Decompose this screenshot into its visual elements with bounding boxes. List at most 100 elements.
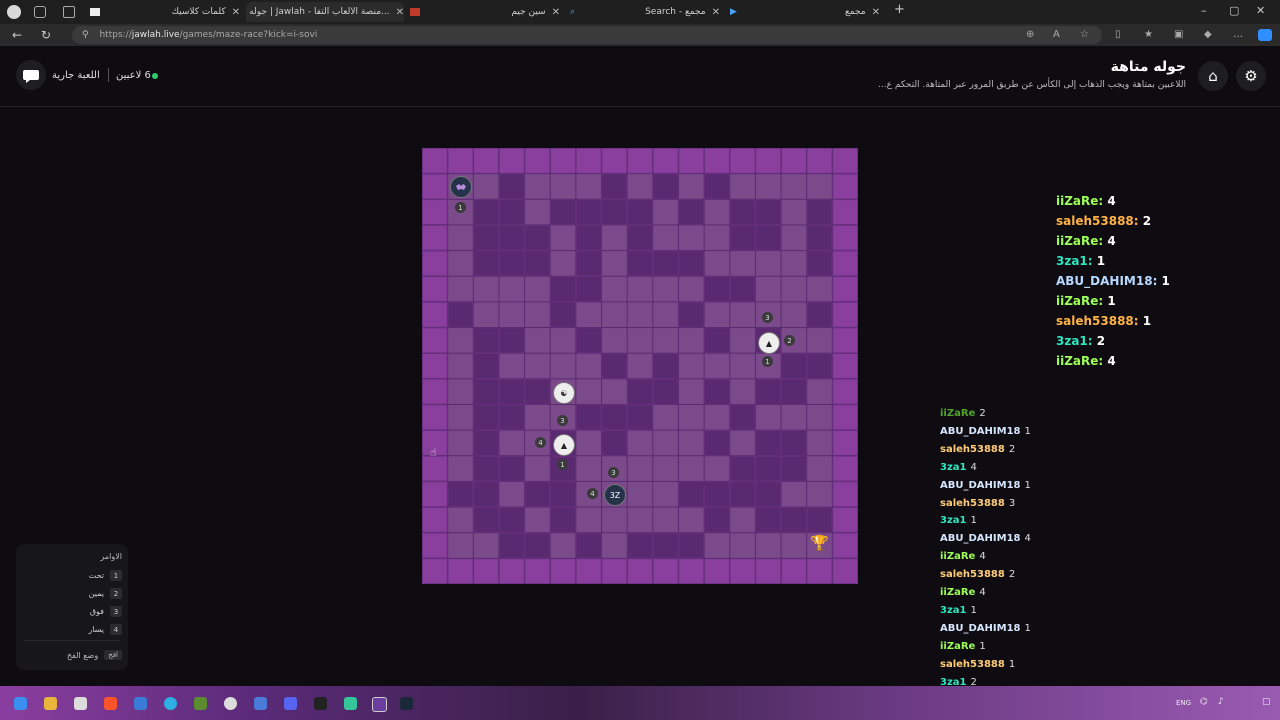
move-log-row: iiZaRe4 <box>940 587 986 598</box>
address-bar[interactable]: ⚲ https://jawlah.live/games/maze-race?ki… <box>72 26 1102 44</box>
workspaces-icon[interactable] <box>34 6 46 18</box>
read-aloud-icon[interactable]: A <box>1053 29 1060 40</box>
volume-icon[interactable]: ♪ <box>1218 697 1224 707</box>
close-tab-icon[interactable]: ✕ <box>396 7 404 18</box>
maze-wall-cell <box>524 148 551 174</box>
maze-wall-cell <box>832 327 858 353</box>
maze-wall-cell <box>704 430 730 456</box>
more-options-icon[interactable]: … <box>1233 29 1243 40</box>
maximize-button[interactable]: ▢ <box>1229 4 1239 17</box>
back-arrow-icon[interactable]: ← <box>12 28 22 42</box>
file-explorer-icon[interactable] <box>44 697 57 710</box>
maze-wall-cell <box>832 404 858 430</box>
maze-wall-cell <box>601 404 627 430</box>
maze-wall-cell <box>704 507 730 533</box>
maze-wall-cell <box>755 507 781 533</box>
maze-wall-cell <box>832 379 858 405</box>
favorites-icon[interactable]: ★ <box>1144 29 1153 40</box>
maze-path-cell <box>730 251 755 276</box>
maze-path-cell <box>678 430 704 456</box>
discord-icon[interactable] <box>284 697 297 710</box>
copilot-icon[interactable] <box>1258 29 1272 41</box>
maze-wall-cell <box>473 404 499 430</box>
move-value: 4 <box>979 587 986 598</box>
maze-wall-cell <box>524 481 551 507</box>
network-icon[interactable]: ⌬ <box>1200 697 1208 707</box>
player-name: iiZaRe: <box>1056 194 1104 208</box>
maze-wall-cell <box>601 199 627 225</box>
app-icon[interactable] <box>134 697 147 710</box>
control-left: 4 يسار <box>88 624 122 635</box>
key-badge: 1 <box>110 570 122 581</box>
minimize-button[interactable]: – <box>1201 4 1207 17</box>
extension-icon[interactable]: ◆ <box>1204 29 1212 40</box>
close-window-button[interactable]: ✕ <box>1256 4 1265 17</box>
zoom-icon[interactable]: ⊕ <box>1026 29 1034 40</box>
move-log-row: ABU_DAHIM18 1 <box>940 623 1031 634</box>
app-icon[interactable] <box>74 697 87 710</box>
maze-path-cell <box>550 251 576 276</box>
favorite-star-icon[interactable]: ☆ <box>1080 29 1089 40</box>
maze-path-cell <box>602 251 627 276</box>
site-info-icon[interactable]: ⚲ <box>82 30 89 40</box>
brave-browser-icon[interactable] <box>104 697 117 710</box>
maze-wall-cell <box>806 250 833 277</box>
active-app-icon[interactable] <box>372 697 387 712</box>
app-icon[interactable] <box>344 697 357 710</box>
maze-wall-cell <box>627 148 653 174</box>
start-windows-icon[interactable] <box>14 697 27 710</box>
close-tab-icon[interactable]: ✕ <box>712 7 720 18</box>
maze-wall-cell <box>832 481 858 507</box>
maze-wall-cell <box>499 404 525 430</box>
home-icon[interactable]: ⌂ <box>1198 61 1228 91</box>
maze-path-cell <box>730 430 755 456</box>
control-right: 2 يمين <box>89 588 122 599</box>
close-tab-icon[interactable]: ✕ <box>872 7 880 18</box>
maze-wall-cell <box>653 353 679 379</box>
edge-browser-icon[interactable] <box>164 697 177 710</box>
tab-jawlah[interactable]: جوله | Jawlah - منصة الألعاب التفا... ✕ <box>246 2 404 22</box>
maze-path-cell <box>653 302 678 328</box>
maze-path-cell <box>627 174 653 199</box>
maze-path-cell <box>781 199 807 225</box>
move-value: 4 <box>970 461 977 473</box>
maze-wall-cell <box>499 558 525 584</box>
language-indicator[interactable]: ENG <box>1176 699 1191 707</box>
maze-wall-cell <box>806 353 833 379</box>
tab-mujamma[interactable]: ▶ مجمع ✕ <box>730 2 880 22</box>
close-tab-icon[interactable]: ✕ <box>232 7 240 18</box>
notification-icon[interactable]: ▢ <box>1262 697 1271 707</box>
maze-wall-cell <box>653 250 679 277</box>
maze-path-cell <box>627 328 653 353</box>
move-badge: 1 <box>455 202 466 213</box>
maze-wall-cell <box>678 250 704 277</box>
minecraft-icon[interactable] <box>194 697 207 710</box>
move-value: 1 <box>1138 314 1152 328</box>
maze-path-cell <box>678 353 704 379</box>
collections-icon[interactable]: ▣ <box>1174 29 1183 40</box>
app-icon[interactable] <box>254 697 267 710</box>
maze-wall-cell <box>627 404 653 430</box>
split-screen-icon[interactable]: ▯ <box>1115 29 1121 40</box>
maze-wall-cell <box>781 430 807 456</box>
maze-path-cell <box>627 481 653 507</box>
maze-path-cell <box>678 507 704 533</box>
maze-wall-cell <box>729 558 756 584</box>
obs-icon[interactable] <box>224 697 237 710</box>
maze-path-cell <box>525 353 550 379</box>
tab-seen-jeem[interactable]: سين جيم ✕ <box>410 2 560 22</box>
steam-icon[interactable] <box>400 697 413 710</box>
close-tab-icon[interactable]: ✕ <box>552 7 560 18</box>
profile-icon[interactable] <box>7 5 21 19</box>
maze-path-cell <box>781 225 807 251</box>
tab-actions-icon[interactable] <box>63 6 75 18</box>
settings-gear-icon[interactable]: ⚙ <box>1236 61 1266 91</box>
epic-games-icon[interactable] <box>314 697 327 710</box>
control-label: يسار <box>88 625 104 634</box>
refresh-icon[interactable]: ↻ <box>41 28 51 42</box>
app-logo[interactable] <box>16 60 46 90</box>
tab-classic-words[interactable]: كلمات كلاسيك ✕ <box>90 2 240 22</box>
new-tab-button[interactable]: + <box>894 2 905 17</box>
tab-search[interactable]: ⌕ Search - مجمع ✕ <box>570 2 720 22</box>
tab-label: مجمع <box>844 7 866 17</box>
